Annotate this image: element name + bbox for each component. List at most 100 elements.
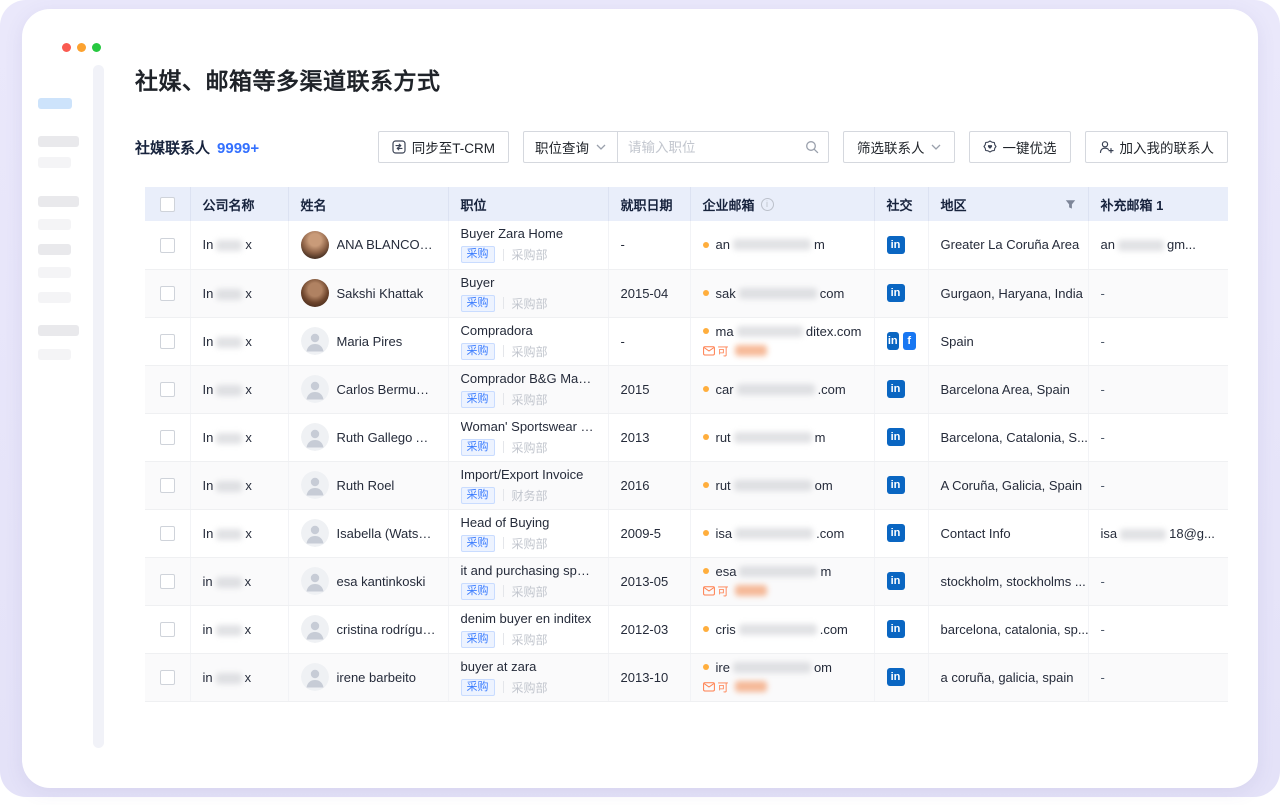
close-window-icon[interactable] (62, 43, 71, 52)
name-cell: Maria Pires (288, 317, 448, 365)
row-select-cell (145, 317, 190, 365)
email-status-dot (703, 482, 709, 488)
alt-email-visible-suffix: gm... (1167, 237, 1196, 252)
linkedin-icon[interactable]: in (887, 668, 905, 686)
position-tags: 采购采购部 (461, 631, 596, 648)
company-name-visible-prefix: in (203, 670, 213, 685)
window-controls (62, 43, 101, 52)
start-date: 2015 (621, 382, 650, 397)
avatar (301, 231, 329, 259)
name-cell: esa kantinkoski (288, 557, 448, 605)
filter-funnel-icon[interactable] (1065, 199, 1076, 210)
avatar (301, 567, 329, 595)
region: Greater La Coruña Area (941, 237, 1080, 252)
email-visible-suffix: .com (820, 622, 848, 637)
position-input[interactable] (628, 140, 805, 155)
linkedin-icon[interactable]: in (887, 620, 905, 638)
company-name-redacted (216, 289, 242, 300)
linkedin-icon[interactable]: in (887, 332, 900, 350)
department-label: 采购部 (512, 679, 548, 696)
linkedin-icon[interactable]: in (887, 428, 905, 446)
email-redacted (735, 528, 813, 539)
row-checkbox[interactable] (160, 286, 175, 301)
email-value: car.com (703, 382, 862, 397)
name-cell: Ruth Roel (288, 461, 448, 509)
row-checkbox[interactable] (160, 430, 175, 445)
sidebar-item[interactable] (38, 219, 71, 230)
sidebar-item[interactable] (38, 292, 71, 303)
filter-contacts-dropdown[interactable]: 筛选联系人 (843, 131, 955, 163)
contact-name: esa kantinkoski (337, 574, 426, 589)
row-select-cell (145, 461, 190, 509)
purchase-tag: 采购 (461, 295, 495, 312)
maximize-window-icon[interactable] (92, 43, 101, 52)
region: a coruña, galicia, spain (941, 670, 1074, 685)
minimize-window-icon[interactable] (77, 43, 86, 52)
position-query-dropdown[interactable]: 职位查询 (523, 131, 618, 163)
row-checkbox[interactable] (160, 670, 175, 685)
email-visible-prefix: ire (716, 660, 730, 675)
sync-crm-button[interactable]: 同步至T-CRM (378, 131, 509, 163)
company-name-visible-suffix: x (245, 286, 252, 301)
linkedin-icon[interactable]: in (887, 524, 905, 542)
email-redacted (739, 288, 817, 299)
email-cell: maditex.com可 (690, 317, 874, 365)
company-name-visible-suffix: x (245, 382, 252, 397)
sidebar-item[interactable] (38, 267, 71, 278)
sidebar-item[interactable] (38, 244, 71, 255)
facebook-icon[interactable]: f (903, 332, 916, 350)
company-name-redacted (216, 529, 242, 540)
email-value: rutm (703, 430, 862, 445)
position-cell: Buyer采购采购部 (448, 269, 608, 317)
company-name-visible-suffix: x (245, 334, 252, 349)
row-checkbox[interactable] (160, 526, 175, 541)
social-links: in (887, 380, 916, 398)
email-status-dot (703, 530, 709, 536)
row-checkbox[interactable] (160, 574, 175, 589)
info-icon[interactable] (761, 198, 774, 211)
linkedin-icon[interactable]: in (887, 476, 905, 494)
select-all-checkbox[interactable] (160, 197, 175, 212)
search-icon[interactable] (805, 140, 819, 154)
name-cell: Isabella (Watson) L... (288, 509, 448, 557)
one-click-optimize-button[interactable]: 一键优选 (969, 131, 1071, 163)
linkedin-icon[interactable]: in (887, 572, 905, 590)
linkedin-icon[interactable]: in (887, 380, 905, 398)
sidebar-item[interactable] (38, 196, 79, 207)
email-redacted (733, 239, 811, 250)
envelope-icon (703, 682, 715, 692)
region: Spain (941, 334, 974, 349)
table-row: InxSakshi KhattakBuyer采购采购部2015-04sakcom… (145, 269, 1228, 317)
company-name-visible-suffix: x (245, 430, 252, 445)
sidebar-item[interactable] (38, 325, 79, 336)
add-my-contacts-button[interactable]: 加入我的联系人 (1085, 131, 1229, 163)
row-checkbox[interactable] (160, 622, 175, 637)
email-visible-suffix: com (820, 286, 845, 301)
tag-divider (503, 345, 504, 357)
contact-name: Ruth Gallego Agulló (337, 430, 436, 445)
column-corporate-email: 企业邮箱 (690, 187, 874, 221)
position-title: Import/Export Invoice (461, 467, 596, 483)
company-cell: Inx (190, 317, 288, 365)
alt-email-cell: - (1088, 605, 1228, 653)
social-cell: in (874, 413, 928, 461)
email-visible-suffix: om (814, 660, 832, 675)
row-checkbox[interactable] (160, 334, 175, 349)
email-visible-suffix: m (814, 237, 825, 252)
linkedin-icon[interactable]: in (887, 284, 905, 302)
table-row: InxRuth RoelImport/Export Invoice采购财务部20… (145, 461, 1228, 509)
table-row: InxMaria PiresCompradora采购采购部-maditex.co… (145, 317, 1228, 365)
row-checkbox[interactable] (160, 238, 175, 253)
email-status-dot (703, 568, 709, 574)
row-checkbox[interactable] (160, 478, 175, 493)
row-select-cell (145, 221, 190, 269)
sidebar-item[interactable] (38, 157, 71, 168)
region: stockholm, stockholms ... (941, 574, 1086, 589)
linkedin-icon[interactable]: in (887, 236, 905, 254)
row-checkbox[interactable] (160, 382, 175, 397)
position-search-box[interactable] (618, 131, 829, 163)
sidebar-item-active[interactable] (38, 98, 72, 109)
sidebar-item[interactable] (38, 136, 79, 147)
row-select-cell (145, 653, 190, 701)
sidebar-item[interactable] (38, 349, 71, 360)
